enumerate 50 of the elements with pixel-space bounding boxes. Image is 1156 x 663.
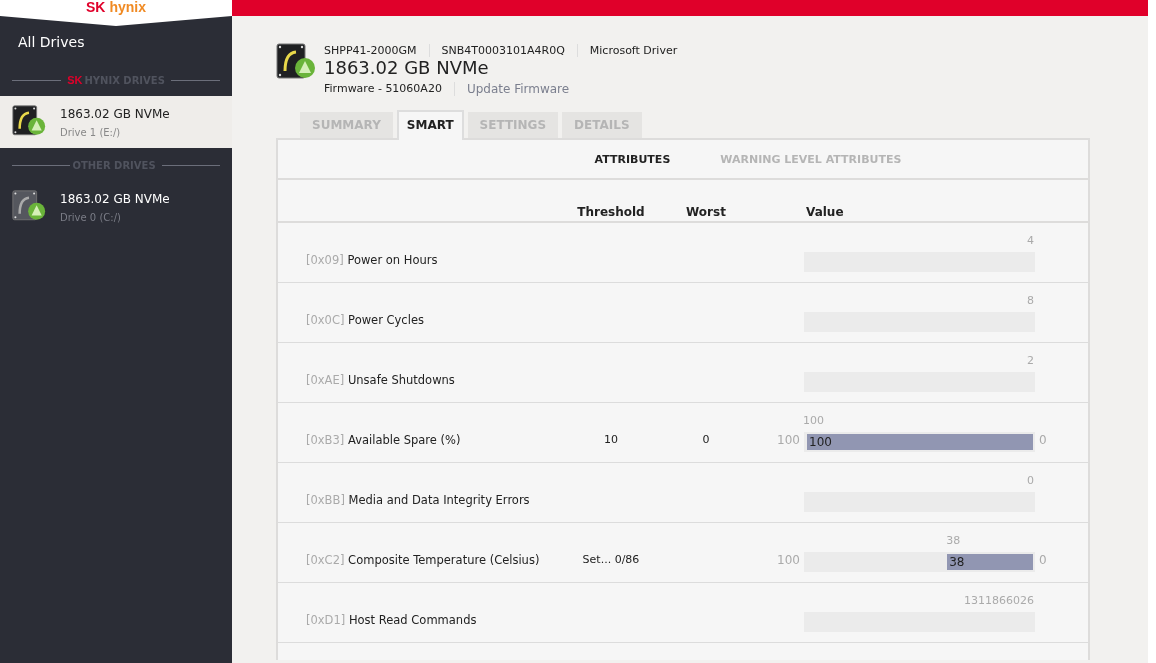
attribute-name: Media and Data Integrity Errors [348, 492, 530, 507]
attribute-name: Unsafe Shutdowns [347, 372, 455, 387]
table-cell: 10 [604, 433, 618, 446]
attribute-name: Power Cycles [348, 312, 424, 327]
value-label: 0 [1027, 473, 1034, 487]
column-header: Worst [685, 205, 727, 219]
scale-max-label: 100 [777, 552, 800, 567]
value-label: 1311866026 [964, 593, 1034, 607]
tab[interactable]: SMART [396, 110, 464, 140]
attribute-name: Power on Hours [347, 252, 438, 267]
value-label: 38 [946, 533, 961, 547]
brand-mark: SK [67, 74, 83, 86]
value-label: 100 [803, 413, 824, 427]
value-label: 2 [1027, 353, 1034, 367]
drive-item[interactable]: 1863.02 GB NVMe Drive 0 (C:/) [0, 181, 232, 233]
attribute-name: Host Read Commands [348, 612, 477, 627]
subtab[interactable]: ATTRIBUTES [594, 152, 671, 166]
bar-value: 100 [808, 434, 832, 449]
scale-min-label: 0 [1039, 552, 1047, 567]
attribute-id: [0xAE] [306, 372, 345, 387]
column-header: Threshold [576, 205, 646, 219]
attribute-id: [0xB3] [306, 432, 345, 447]
value-label: 4 [1027, 233, 1034, 247]
table-cell: 0 [702, 433, 710, 446]
table-cell: Set... 0/86 [582, 553, 640, 566]
attribute-id: [0xD1] [306, 612, 346, 627]
drive-info: SHPP41-2000GM [324, 44, 417, 57]
attribute-name: Available Spare (%) [347, 432, 461, 447]
column-header: Value [805, 205, 845, 219]
firmware-version: Firmware - 51060A20 [324, 82, 442, 96]
drive-name: 1863.02 GB NVMe [60, 191, 170, 206]
attribute-id: [0x09] [306, 252, 344, 267]
attribute-id: [0xC2] [306, 552, 345, 567]
all-drives-link[interactable]: All Drives [0, 26, 232, 62]
drive-letter: Drive 0 (C:/) [60, 211, 122, 223]
drive-info: Microsoft Driver [576, 44, 678, 57]
scale-min-label: 0 [1039, 432, 1047, 447]
attribute-id: [0x0C] [306, 312, 345, 327]
value-label: 8 [1027, 293, 1034, 307]
update-firmware-link[interactable]: Update Firmware [453, 82, 570, 96]
drive-letter: Drive 1 (E:/) [60, 126, 122, 138]
drive-info: SNB4T0003101A4R0Q [428, 44, 565, 57]
bar-value: 38 [948, 554, 965, 569]
drive-title: 1863.02 GB NVMe [324, 57, 490, 78]
drive-item[interactable]: 1863.02 GB NVMe Drive 1 (E:/) [0, 96, 232, 148]
logo: SK hynix [86, 0, 146, 15]
scale-max-label: 100 [777, 432, 800, 447]
attribute-name: Composite Temperature (Celsius) [348, 552, 540, 567]
attribute-id: [0xBB] [306, 492, 345, 507]
drive-name: 1863.02 GB NVMe [60, 106, 170, 121]
